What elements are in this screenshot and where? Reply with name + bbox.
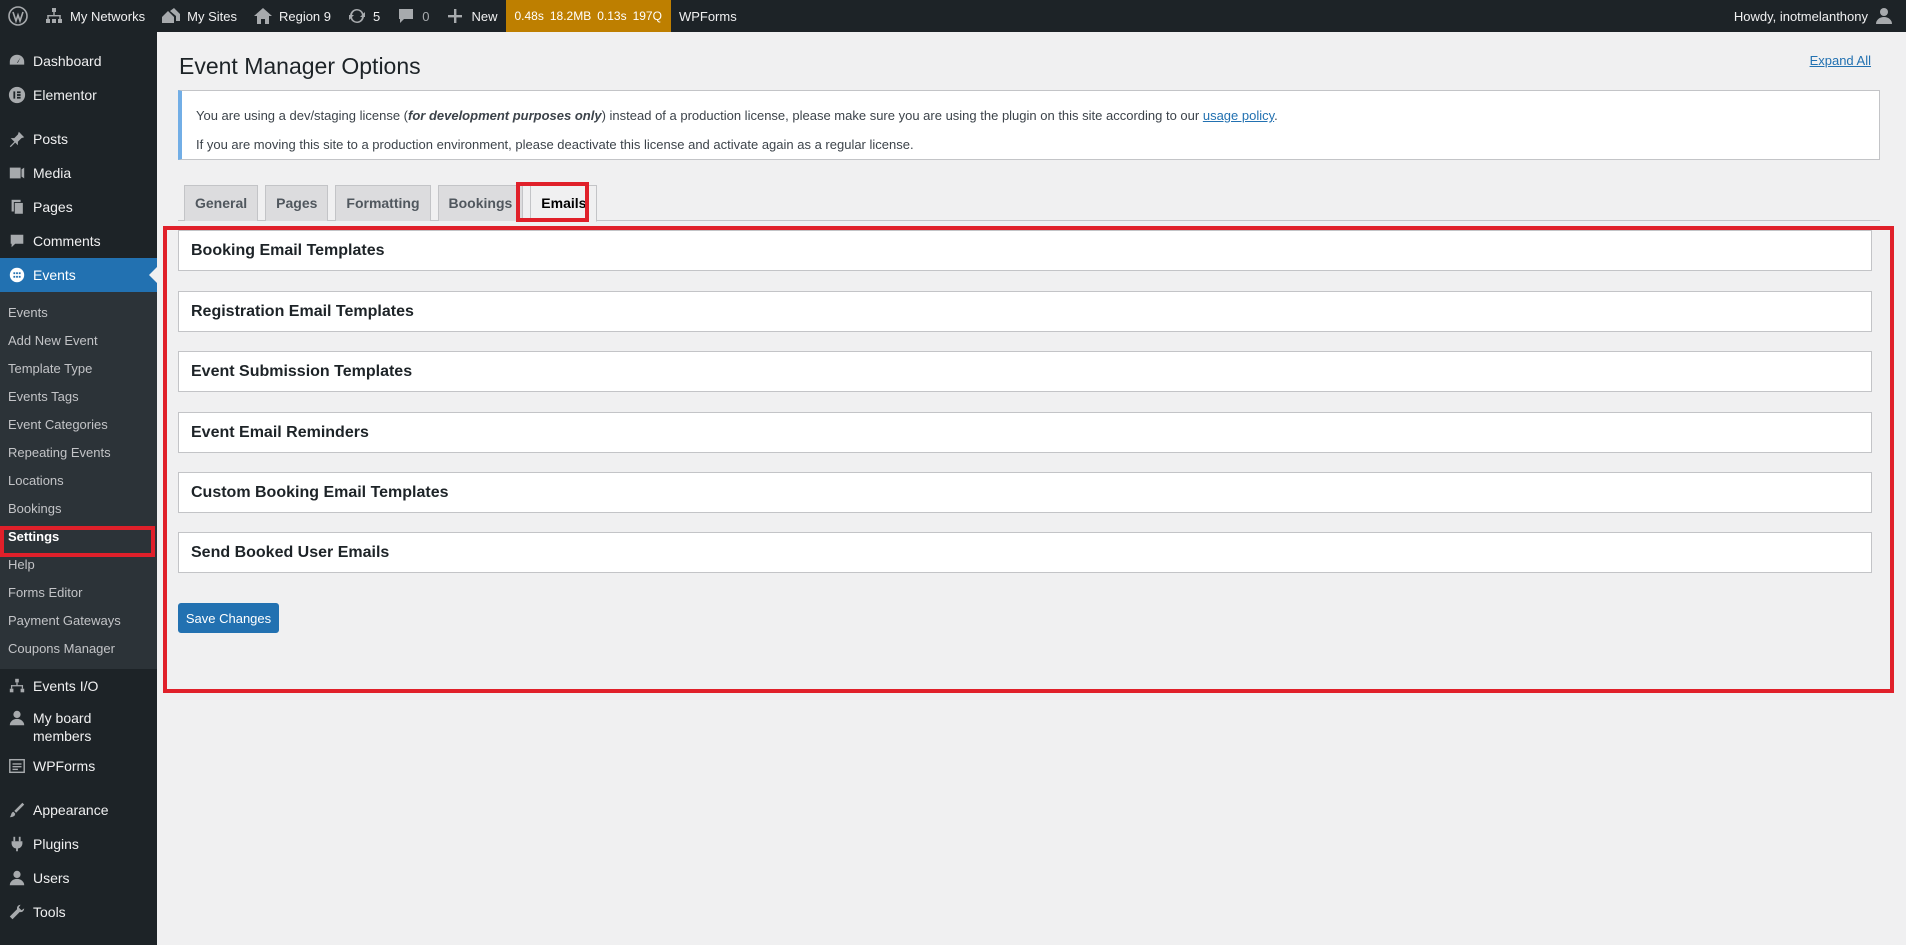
wrench-icon [9, 904, 24, 920]
wpforms-label: WPForms [678, 8, 737, 24]
dashboard-icon [9, 54, 24, 65]
home-icon [253, 8, 272, 24]
usage-policy-link[interactable]: usage policy [1203, 108, 1274, 123]
comment-icon [399, 9, 414, 23]
admin-bar: My Networks My Sites Region 9 5 0 New 0.… [0, 0, 1906, 32]
submenu-coupons-manager[interactable]: Coupons Manager [0, 635, 157, 663]
submenu-events[interactable]: Events [0, 299, 157, 327]
submenu-locations[interactable]: Locations [0, 467, 157, 495]
menu-events-label: Events [33, 267, 76, 283]
comments-count: 0 [422, 8, 430, 24]
menu-plugins-label: Plugins [33, 836, 79, 852]
updates-menu[interactable]: 5 [339, 0, 388, 32]
menu-events-io-label: Events I/O [33, 678, 99, 694]
menu-dashboard[interactable]: Dashboard [0, 44, 157, 78]
settings-tabs: General Pages Formatting Bookings Emails [178, 183, 1880, 222]
tab-pages[interactable]: Pages [265, 185, 329, 221]
submenu-event-categories[interactable]: Event Categories [0, 411, 157, 439]
new-content-menu[interactable]: New [437, 0, 505, 32]
menu-users[interactable]: Users [0, 861, 157, 895]
updates-count: 5 [373, 8, 381, 24]
qm-time: 0.48s [514, 9, 544, 23]
menu-pages[interactable]: Pages [0, 190, 157, 224]
menu-board-members-label: My board members [33, 710, 92, 744]
menu-wpforms[interactable]: WPForms [0, 749, 157, 783]
license-notice: You are using a dev/staging license (for… [178, 90, 1880, 160]
menu-media[interactable]: Media [0, 156, 157, 190]
menu-tools[interactable]: Tools [0, 895, 157, 929]
menu-appearance[interactable]: Appearance [0, 793, 157, 827]
submenu-bookings[interactable]: Bookings [0, 495, 157, 523]
qm-memory: 18.2MB [549, 9, 592, 23]
user-icon [9, 710, 24, 726]
notice-line-1: You are using a dev/staging license (for… [196, 108, 1278, 123]
menu-wpforms-label: WPForms [33, 758, 96, 774]
submenu-events-tags[interactable]: Events Tags [0, 383, 157, 411]
menu-pages-label: Pages [33, 199, 73, 215]
menu-dashboard-label: Dashboard [33, 53, 102, 69]
settings-highlight-box [0, 526, 155, 557]
user-avatar-icon [1876, 8, 1892, 24]
menu-posts[interactable]: Posts [0, 122, 157, 156]
menu-elementor-label: Elementor [33, 87, 97, 103]
network-icon [46, 8, 62, 23]
howdy-label: Howdy, inotmelanthony [1733, 8, 1868, 24]
menu-board-members[interactable]: My board members [0, 703, 157, 749]
media-icon [9, 167, 24, 179]
submenu-forms-editor[interactable]: Forms Editor [0, 579, 157, 607]
site-name-menu[interactable]: Region 9 [245, 0, 339, 32]
site-name-label: Region 9 [278, 8, 332, 24]
menu-posts-label: Posts [33, 131, 69, 147]
comments-menu[interactable]: 0 [388, 0, 437, 32]
tab-bookings[interactable]: Bookings [437, 185, 524, 221]
brush-icon [9, 802, 24, 818]
my-sites-menu[interactable]: My Sites [153, 0, 245, 32]
wpforms-menu[interactable]: WPForms [671, 0, 745, 32]
menu-comments[interactable]: Comments [0, 224, 157, 258]
query-monitor-stats[interactable]: 0.48s 18.2MB 0.13s 197Q [505, 0, 671, 32]
calendar-icon [9, 267, 24, 283]
account-menu[interactable]: Howdy, inotmelanthony [1726, 0, 1906, 32]
my-networks-menu[interactable]: My Networks [36, 0, 153, 32]
tab-general[interactable]: General [184, 185, 259, 221]
page-title: Event Manager Options [179, 53, 421, 79]
menu-appearance-label: Appearance [33, 802, 109, 818]
expand-all-link[interactable]: Expand All [1810, 53, 1871, 68]
elementor-icon [8, 86, 25, 104]
menu-events-io[interactable]: Events I/O [0, 669, 157, 703]
tab-formatting[interactable]: Formatting [335, 185, 431, 221]
submenu-payment-gateways[interactable]: Payment Gateways [0, 607, 157, 635]
submenu-add-new-event[interactable]: Add New Event [0, 327, 157, 355]
updates-icon [349, 9, 366, 23]
my-sites-label: My Sites [187, 8, 237, 24]
menu-plugins[interactable]: Plugins [0, 827, 157, 861]
form-icon [8, 758, 25, 774]
qm-db-time: 0.13s [597, 9, 627, 23]
menu-users-label: Users [33, 870, 70, 886]
wordpress-logo-icon[interactable] [0, 0, 36, 32]
sites-icon [162, 8, 181, 23]
comments-icon [10, 234, 23, 248]
menu-comments-label: Comments [33, 233, 101, 249]
submenu-template-type[interactable]: Template Type [0, 355, 157, 383]
new-label: New [471, 8, 498, 24]
emails-panel-highlight-box [163, 226, 1894, 693]
network-icon [9, 678, 24, 693]
pin-icon [9, 131, 24, 148]
my-networks-label: My Networks [70, 8, 146, 24]
plus-icon [448, 9, 463, 23]
pages-icon [11, 199, 24, 215]
menu-elementor[interactable]: Elementor [0, 78, 157, 112]
emails-tab-highlight-box [516, 182, 589, 222]
admin-sidebar: Dashboard Elementor Posts Media Pages Co… [0, 32, 157, 945]
notice-line-2: If you are moving this site to a product… [196, 137, 914, 152]
plug-icon [11, 836, 22, 852]
menu-media-label: Media [33, 165, 72, 181]
events-submenu: Events Add New Event Template Type Event… [0, 292, 157, 669]
submenu-repeating-events[interactable]: Repeating Events [0, 439, 157, 467]
menu-events[interactable]: Events [0, 258, 157, 292]
menu-tools-label: Tools [33, 904, 66, 920]
qm-queries: 197Q [632, 9, 662, 23]
users-icon [9, 870, 24, 886]
